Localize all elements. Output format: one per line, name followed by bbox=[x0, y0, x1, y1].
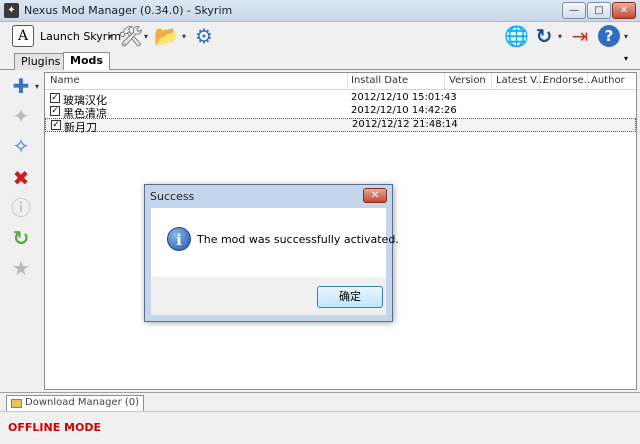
dialog-close-button[interactable]: ✕ bbox=[363, 188, 387, 203]
add-mod-icon[interactable]: ✚ bbox=[7, 72, 35, 100]
globe-network-icon[interactable]: 🌐 bbox=[504, 24, 529, 48]
refresh-dropdown-icon[interactable]: ▾ bbox=[558, 32, 562, 41]
dialog-title: Success bbox=[150, 190, 195, 203]
launch-dropdown-icon[interactable]: ▾ bbox=[108, 32, 112, 41]
column-divider[interactable] bbox=[444, 73, 445, 90]
open-folder-icon[interactable]: 📂 bbox=[154, 24, 179, 48]
dialog-message: The mod was successfully activated. bbox=[197, 233, 399, 246]
offline-mode-label[interactable]: OFFLINE MODE bbox=[8, 421, 101, 434]
gear-icon[interactable]: ⚙ bbox=[192, 24, 216, 48]
minimize-button[interactable]: — bbox=[562, 2, 586, 19]
column-divider[interactable] bbox=[539, 73, 540, 90]
download-manager-label: Download Manager (0) bbox=[25, 397, 140, 408]
tab-mods[interactable]: Mods bbox=[63, 52, 110, 70]
maximize-button[interactable]: □ bbox=[587, 2, 611, 19]
main-toolbar: A Launch Skyrim ▾ 🛠 ▾ 📂 ▾ ⚙ 🌐 ↻ ▾ ⇥ ? ▾ bbox=[0, 22, 640, 50]
deactivate-mod-icon[interactable]: ✧ bbox=[7, 132, 35, 160]
column-divider[interactable] bbox=[491, 73, 492, 90]
mod-active-checkbox[interactable]: ✓ bbox=[51, 120, 61, 130]
help-icon[interactable]: ? bbox=[598, 25, 620, 47]
table-row[interactable]: ✓ 黑色清凉 2012/12/10 14:42:26 bbox=[45, 105, 636, 120]
table-row-selected[interactable]: ✓ 新月刀 2012/12/12 21:48:14 bbox=[45, 118, 636, 134]
tab-download-manager[interactable]: Download Manager (0) bbox=[6, 395, 145, 412]
ok-button[interactable]: 确定 bbox=[317, 286, 383, 308]
mod-actions-toolbar: ✚ ▾ ✦ ✧ ✖ ⓘ ↻ ★ bbox=[3, 70, 41, 390]
add-mod-dropdown-icon[interactable]: ▾ bbox=[35, 82, 39, 91]
close-button[interactable]: ✕ bbox=[612, 2, 636, 19]
dialog-body: i The mod was successfully activated. bbox=[151, 208, 399, 277]
mod-name: 新月刀 bbox=[64, 121, 97, 134]
folder-dropdown-icon[interactable]: ▾ bbox=[182, 32, 186, 41]
tab-strip: Plugins Mods bbox=[0, 52, 640, 70]
mod-active-checkbox[interactable]: ✓ bbox=[50, 93, 60, 103]
title-bar: ✦ Nexus Mod Manager (0.34.0) - Skyrim — … bbox=[0, 0, 640, 22]
logout-icon[interactable]: ⇥ bbox=[568, 24, 592, 48]
column-header-install-date[interactable]: Install Date bbox=[351, 75, 408, 86]
refresh-icon[interactable]: ↻ bbox=[532, 24, 556, 48]
column-divider[interactable] bbox=[347, 73, 348, 90]
column-header-author[interactable]: Author bbox=[591, 75, 625, 86]
mod-install-date: 2012/12/10 15:01:43 bbox=[351, 92, 457, 103]
download-manager-icon bbox=[11, 399, 22, 408]
status-bar: OFFLINE MODE bbox=[0, 411, 640, 444]
puzzle-disabled-icon[interactable]: ✦ bbox=[7, 102, 35, 130]
column-header-name[interactable]: Name bbox=[50, 75, 80, 86]
tab-plugins[interactable]: Plugins bbox=[14, 53, 68, 70]
column-header-endorsement[interactable]: Endorse... bbox=[543, 75, 593, 86]
help-dropdown-icon[interactable]: ▾ bbox=[624, 32, 628, 41]
column-divider[interactable] bbox=[587, 73, 588, 90]
column-header-latest-version[interactable]: Latest V... bbox=[496, 75, 545, 86]
column-header-version[interactable]: Version bbox=[449, 75, 486, 86]
success-dialog: Success ✕ i The mod was successfully act… bbox=[144, 184, 399, 322]
table-header: Name Install Date Version Latest V... En… bbox=[45, 73, 636, 90]
tools-dropdown-icon[interactable]: ▾ bbox=[144, 32, 148, 41]
endorse-star-icon[interactable]: ★ bbox=[7, 254, 35, 282]
check-updates-icon[interactable]: ↻ bbox=[7, 224, 35, 252]
nexus-logo-icon: ✦ bbox=[4, 3, 19, 18]
mod-active-checkbox[interactable]: ✓ bbox=[50, 106, 60, 116]
info-icon: i bbox=[167, 227, 191, 251]
delete-mod-icon[interactable]: ✖ bbox=[7, 164, 35, 192]
mod-install-date: 2012/12/12 21:48:14 bbox=[352, 119, 458, 130]
download-manager-bar: Download Manager (0) bbox=[0, 392, 640, 412]
window-title: Nexus Mod Manager (0.34.0) - Skyrim bbox=[24, 4, 233, 17]
tools-icon[interactable]: 🛠 bbox=[118, 24, 143, 48]
tab-list-dropdown-icon[interactable]: ▾ bbox=[624, 54, 628, 63]
mod-install-date: 2012/12/10 14:42:26 bbox=[351, 105, 457, 116]
skyrim-logo-icon[interactable]: A bbox=[12, 25, 34, 47]
mod-info-icon[interactable]: ⓘ bbox=[7, 194, 35, 222]
table-row[interactable]: ✓ 玻璃汉化 2012/12/10 15:01:43 bbox=[45, 92, 636, 107]
dialog-footer: 确定 bbox=[151, 277, 386, 315]
